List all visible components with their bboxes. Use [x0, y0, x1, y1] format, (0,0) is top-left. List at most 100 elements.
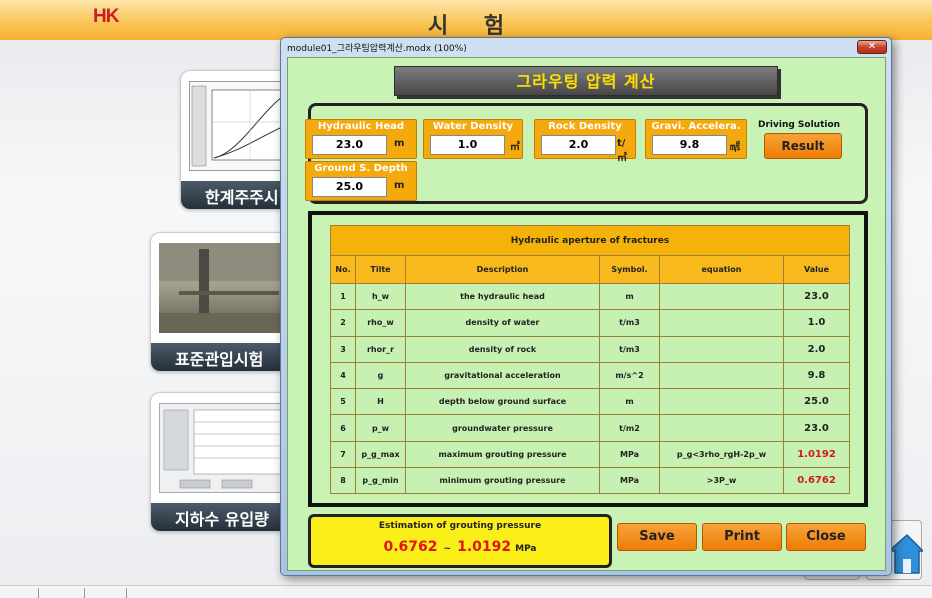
- table-row: 3 rhor_r density of rock t/m3 2.0: [330, 335, 850, 363]
- ground-depth-unit: m: [394, 180, 405, 191]
- table-row: 1 h_w the hydraulic head m 23.0: [330, 282, 850, 311]
- app-header: HK 시 험: [0, 0, 932, 40]
- menu-card-groundwater-inflow[interactable]: 지하수 유입량: [150, 392, 300, 532]
- row-description: density of water: [405, 309, 600, 337]
- row-title: p_g_min: [355, 467, 406, 495]
- ground-depth-label: Ground S. Depth: [314, 163, 408, 174]
- status-divider: [84, 588, 85, 598]
- row-symbol: m: [599, 282, 660, 311]
- row-title: p_w: [355, 414, 406, 442]
- row-symbol: t/m3: [599, 309, 660, 337]
- row-no: 7: [330, 440, 356, 469]
- row-symbol: MPa: [599, 467, 660, 495]
- col-header-no: No.: [330, 255, 356, 284]
- col-header-title: Tilte: [355, 255, 406, 284]
- hk-logo: HK: [93, 6, 119, 27]
- water-density-unit: ㎥: [510, 142, 520, 153]
- row-value: 2.0: [783, 335, 850, 363]
- row-no: 4: [330, 361, 356, 390]
- dialog-body: 그라우팅 압력 계산 Hydraulic Head 23.0 m Water D…: [287, 57, 886, 571]
- row-no: 2: [330, 309, 356, 337]
- col-header-description: Description: [405, 255, 600, 284]
- print-button[interactable]: Print: [702, 523, 782, 551]
- results-panel: Hydraulic aperture of fractures No. Tilt…: [308, 211, 868, 507]
- status-divider: [126, 588, 127, 598]
- menu-card-spt[interactable]: 표준관입시험: [150, 232, 300, 372]
- row-description: minimum grouting pressure: [405, 467, 600, 495]
- row-value: 1.0192: [783, 440, 850, 469]
- gravity-accel-group: Gravi. Accelera. 9.8 ㎨: [645, 119, 747, 159]
- ground-depth-group: Ground S. Depth 25.0 m: [305, 161, 417, 201]
- close-button[interactable]: Close: [786, 523, 866, 551]
- row-symbol: t/m3: [599, 335, 660, 363]
- estimation-max: 1.0192: [457, 539, 512, 555]
- row-value: 9.8: [783, 361, 850, 390]
- table-row: 5 H depth below ground surface m 25.0: [330, 388, 850, 416]
- gravity-accel-label: Gravi. Accelera.: [651, 121, 741, 132]
- menu-card-label: 표준관입시험: [151, 343, 299, 371]
- calc-heading: 그라우팅 압력 계산: [394, 66, 778, 96]
- col-header-equation: equation: [659, 255, 784, 284]
- dialog-window-title: module01_그라우팅압력계산.modx (100%): [287, 44, 467, 54]
- row-description: density of rock: [405, 335, 600, 363]
- table-row: 4 g gravitational acceleration m/s^2 9.8: [330, 361, 850, 390]
- row-no: 6: [330, 414, 356, 442]
- row-title: g: [355, 361, 406, 390]
- rock-density-group: Rock Density 2.0 t/㎥: [534, 119, 636, 164]
- gravity-accel-input[interactable]: 9.8: [652, 135, 727, 155]
- row-symbol: m/s^2: [599, 361, 660, 390]
- water-density-input[interactable]: 1.0: [430, 135, 505, 155]
- row-description: groundwater pressure: [405, 414, 600, 442]
- row-equation: [659, 335, 784, 363]
- app-title: 시 험: [428, 14, 519, 39]
- status-divider: [38, 588, 39, 598]
- row-no: 3: [330, 335, 356, 363]
- row-equation: [659, 388, 784, 416]
- hydraulic-head-label: Hydraulic Head: [317, 121, 405, 132]
- estimation-title: Estimation of grouting pressure: [378, 521, 542, 531]
- row-equation: [659, 282, 784, 311]
- estimation-min: 0.6762: [383, 539, 438, 555]
- results-table: Hydraulic aperture of fractures No. Tilt…: [330, 225, 850, 495]
- row-title: rho_w: [355, 309, 406, 337]
- water-density-group: Water Density 1.0 ㎥: [423, 119, 523, 159]
- drilling-rig-photo: [159, 243, 299, 333]
- window-close-button[interactable]: ✕: [857, 40, 887, 54]
- row-equation: >3P_w: [659, 467, 784, 495]
- hydraulic-head-group: Hydraulic Head 23.0 m: [305, 119, 417, 159]
- hydraulic-head-unit: m: [394, 138, 405, 149]
- row-symbol: t/m2: [599, 414, 660, 442]
- rock-density-label: Rock Density: [548, 121, 622, 132]
- status-bar: [0, 585, 932, 598]
- row-no: 1: [330, 282, 356, 311]
- row-equation: [659, 414, 784, 442]
- table-thumbnail: [159, 403, 299, 493]
- row-description: gravitational acceleration: [405, 361, 600, 390]
- save-button[interactable]: Save: [617, 523, 697, 551]
- row-symbol: MPa: [599, 440, 660, 469]
- row-title: H: [355, 388, 406, 416]
- result-button[interactable]: Result: [764, 133, 842, 159]
- row-value: 1.0: [783, 309, 850, 337]
- estimation-separator: ~: [443, 544, 452, 554]
- estimation-unit: MPa: [515, 544, 537, 554]
- row-equation: [659, 309, 784, 337]
- rock-density-input[interactable]: 2.0: [541, 135, 616, 155]
- driving-solution-label: Driving Solution: [758, 120, 841, 130]
- gravity-accel-unit: ㎨: [730, 142, 740, 153]
- estimation-box: Estimation of grouting pressure 0.6762 ~1…: [308, 514, 612, 568]
- row-symbol: m: [599, 388, 660, 416]
- row-equation: [659, 361, 784, 390]
- table-row: 6 p_w groundwater pressure t/m2 23.0: [330, 414, 850, 442]
- ground-depth-input[interactable]: 25.0: [312, 177, 387, 197]
- row-value: 0.6762: [783, 467, 850, 495]
- row-value: 23.0: [783, 414, 850, 442]
- grouting-dialog: module01_그라우팅압력계산.modx (100%) ✕ 그라우팅 압력 …: [280, 37, 892, 576]
- row-no: 5: [330, 388, 356, 416]
- table-row: 2 rho_w density of water t/m3 1.0: [330, 309, 850, 337]
- menu-card-label: 지하수 유입량: [151, 503, 299, 531]
- rock-density-unit: t/㎥: [617, 138, 627, 164]
- estimation-range: 0.6762 ~1.0192 MPa: [311, 536, 609, 555]
- row-equation: p_g<3rho_rgH-2p_w: [659, 440, 784, 469]
- hydraulic-head-input[interactable]: 23.0: [312, 135, 387, 155]
